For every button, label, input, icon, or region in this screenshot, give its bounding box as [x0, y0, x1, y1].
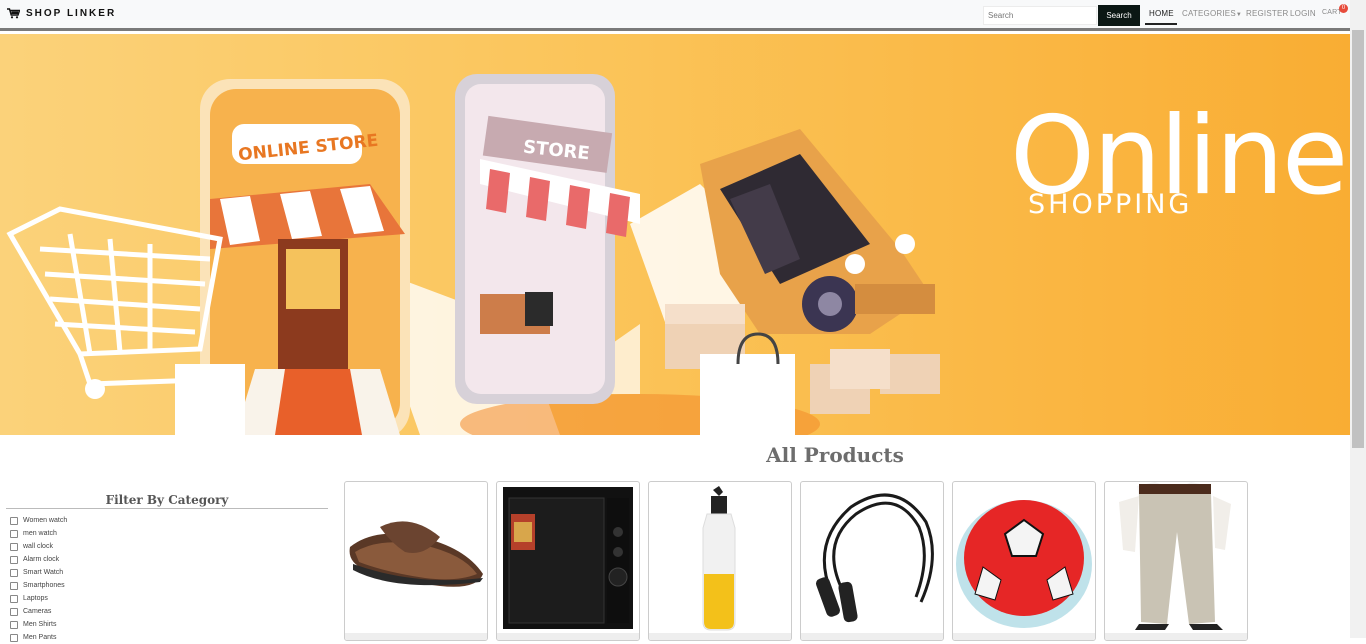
filter-item[interactable]: Cameras — [10, 605, 67, 618]
filter-title: Filter By Category — [6, 493, 328, 509]
caret-down-icon: ▼ — [1235, 12, 1242, 18]
search-input[interactable] — [983, 6, 1097, 25]
brand[interactable]: SHOP LINKER — [7, 8, 116, 19]
filter-checkbox[interactable] — [10, 594, 18, 603]
microwave-image — [503, 487, 633, 629]
filter-label: wall clock — [23, 543, 53, 550]
filter-item[interactable]: Laptops — [10, 592, 67, 605]
product-card[interactable] — [648, 481, 792, 641]
nav-categories-label: CATEGORIES — [1182, 9, 1236, 18]
nav-register[interactable]: REGISTER — [1246, 9, 1289, 18]
search-button[interactable]: Search — [1098, 5, 1140, 26]
active-nav-indicator — [1145, 23, 1177, 25]
nav-categories[interactable]: CATEGORIES▼ — [1182, 9, 1242, 18]
banner-subheadline: SHOPPING — [1028, 189, 1193, 220]
product-footer — [497, 633, 639, 640]
product-footer — [801, 633, 943, 640]
category-filter-list: Women watch men watch wall clock Alarm c… — [10, 514, 67, 644]
filter-item[interactable]: Smartphones — [10, 579, 67, 592]
filter-item[interactable]: Smart Watch — [10, 566, 67, 579]
shopping-cart-icon — [7, 8, 20, 19]
filter-label: Laptops — [23, 595, 48, 602]
hero-banner: Online. SHOPPING ONLINE STORE STORE — [0, 34, 1350, 435]
filter-checkbox[interactable] — [10, 581, 18, 590]
filter-item[interactable]: Alarm clock — [10, 553, 67, 566]
page-title: All Products — [766, 443, 904, 467]
filter-label: Cameras — [23, 608, 52, 615]
filter-label: Women watch — [23, 517, 68, 524]
brand-name: SHOP LINKER — [26, 8, 117, 19]
trousers-image — [1119, 482, 1231, 630]
product-footer — [953, 633, 1095, 640]
product-card[interactable] — [496, 481, 640, 641]
product-footer — [345, 633, 487, 640]
filter-checkbox[interactable] — [10, 529, 18, 538]
filter-checkbox[interactable] — [10, 607, 18, 616]
filter-item[interactable]: men watch — [10, 527, 67, 540]
product-card[interactable] — [344, 481, 488, 641]
cart-count-badge: 0 — [1339, 4, 1348, 13]
product-card[interactable] — [952, 481, 1096, 641]
filter-checkbox[interactable] — [10, 620, 18, 629]
navbar: SHOP LINKER Search HOME CATEGORIES▼ REGI… — [0, 0, 1350, 31]
filter-label: Smartphones — [23, 582, 65, 589]
nav-home[interactable]: HOME — [1149, 9, 1174, 18]
oil-bottle-image — [702, 486, 736, 631]
filter-checkbox[interactable] — [10, 568, 18, 577]
product-footer — [1105, 633, 1247, 640]
product-footer — [649, 633, 791, 640]
filter-label: Alarm clock — [23, 556, 60, 563]
filter-checkbox[interactable] — [10, 542, 18, 551]
filter-checkbox[interactable] — [10, 555, 18, 564]
filter-checkbox[interactable] — [10, 516, 18, 525]
sandal-image — [349, 521, 483, 587]
filter-label: Men Shirts — [23, 621, 57, 628]
filter-label: men watch — [23, 530, 57, 537]
filter-item[interactable]: Men Shirts — [10, 618, 67, 631]
jump-rope-image — [815, 493, 934, 623]
scrollbar-thumb[interactable] — [1352, 30, 1364, 448]
nav-login[interactable]: LOGIN — [1290, 9, 1316, 18]
hover-ball-image — [956, 500, 1092, 628]
product-card[interactable] — [800, 481, 944, 641]
filter-label: Smart Watch — [23, 569, 64, 576]
product-card[interactable] — [1104, 481, 1248, 641]
filter-item[interactable]: wall clock — [10, 540, 67, 553]
filter-item[interactable]: Women watch — [10, 514, 67, 527]
